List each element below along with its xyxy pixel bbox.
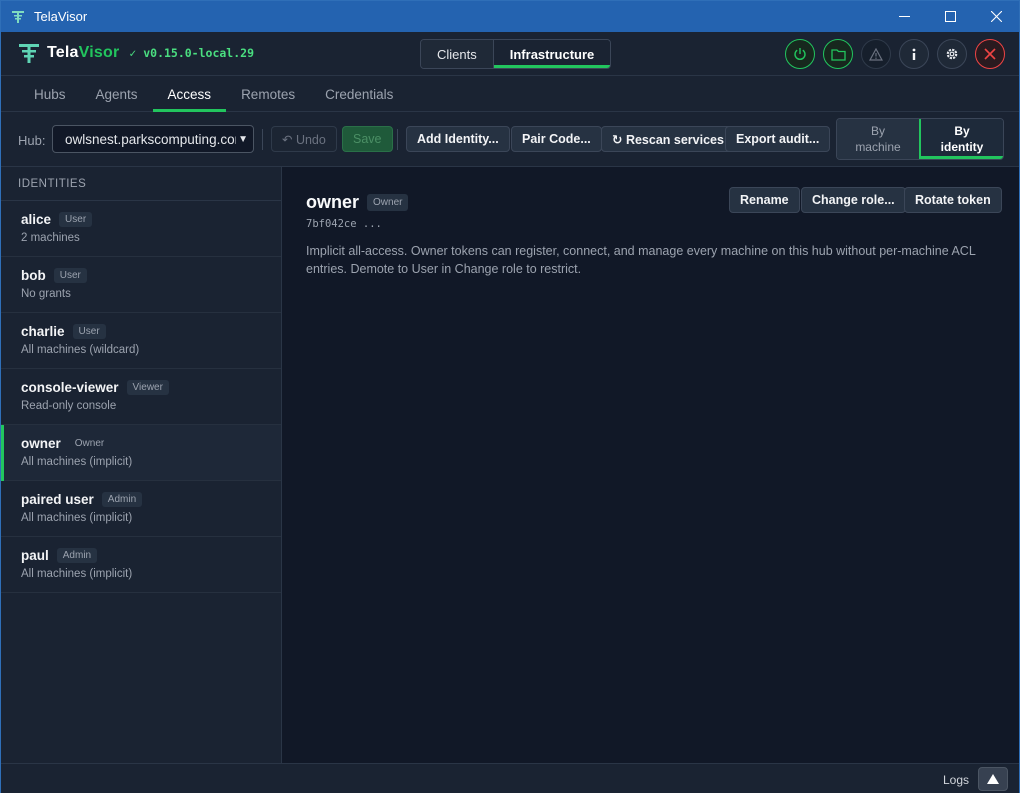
access-toolbar: Hub: owlsnest.parkscomputing.com ▼ ↶ Und…: [1, 112, 1019, 167]
rescan-services-button[interactable]: ↻ Rescan services: [601, 126, 735, 152]
identity-name: charlie: [21, 324, 65, 339]
identity-name: paul: [21, 548, 49, 563]
mode-clients-button[interactable]: Clients: [421, 40, 493, 68]
section-tabs: Hubs Agents Access Remotes Credentials: [1, 76, 1019, 112]
tab-credentials[interactable]: Credentials: [310, 76, 408, 112]
settings-icon[interactable]: [937, 39, 967, 69]
folder-icon[interactable]: [823, 39, 853, 69]
role-badge: User: [59, 212, 93, 227]
detail-title: owner Owner: [306, 192, 409, 213]
view-toggle: By machine By identity: [836, 118, 1004, 160]
telavisor-logo-icon: [17, 41, 41, 65]
tab-agents[interactable]: Agents: [81, 76, 153, 112]
triangle-up-icon[interactable]: [978, 767, 1008, 791]
pair-code-button[interactable]: Pair Code...: [511, 126, 602, 152]
identity-summary: No grants: [21, 288, 71, 300]
hub-select-value: owlsnest.parkscomputing.com: [65, 131, 246, 147]
app-window: TelaVisor TelaVisor ✓ v0.15.0-local.29 C…: [0, 0, 1020, 793]
identities-sidebar: IDENTITIES alice User 2 machines bob User …: [1, 167, 282, 763]
window-title: TelaVisor: [34, 9, 88, 24]
identity-name: paired user: [21, 492, 94, 507]
brand-name-prefix: Tela: [47, 44, 79, 61]
rename-button[interactable]: Rename: [729, 187, 800, 213]
tab-access[interactable]: Access: [153, 76, 227, 112]
identity-name: bob: [21, 268, 46, 283]
view-by-machine-button[interactable]: By machine: [837, 119, 919, 159]
window-controls: [881, 1, 1019, 32]
identity-detail-panel: owner Owner 7bf042ce ... Implicit all-ac…: [282, 167, 1019, 763]
save-button[interactable]: Save: [342, 126, 393, 152]
header-icon-buttons: [785, 39, 1005, 69]
brand: TelaVisor ✓ v0.15.0-local.29: [17, 41, 254, 65]
identity-summary: All machines (implicit): [21, 568, 133, 580]
warning-icon[interactable]: [861, 39, 891, 69]
tab-remotes[interactable]: Remotes: [226, 76, 310, 112]
role-badge: Admin: [56, 548, 98, 563]
info-icon[interactable]: [899, 39, 929, 69]
identity-name: alice: [21, 212, 52, 227]
identity-summary: All machines (implicit): [21, 456, 133, 468]
add-identity-button[interactable]: Add Identity...: [406, 126, 510, 152]
identity-description: Implicit all-access. Owner tokens can re…: [306, 244, 976, 276]
logs-label: Logs: [942, 773, 969, 787]
identity-item-owner[interactable]: owner Owner All machines (implicit): [1, 425, 281, 481]
minimize-icon[interactable]: [881, 1, 927, 32]
role-badge: Viewer: [126, 380, 169, 395]
brand-name: TelaVisor: [47, 44, 119, 62]
identity-item-paul[interactable]: paul Admin All machines (implicit): [1, 537, 281, 593]
token-fingerprint: 7bf042ce ...: [306, 218, 382, 230]
app-logo-icon: [10, 9, 26, 25]
view-by-identity-label: By identity: [940, 124, 984, 154]
identity-summary: All machines (wildcard): [21, 344, 140, 356]
identity-item-charlie[interactable]: charlie User All machines (wildcard): [1, 313, 281, 369]
export-audit-button[interactable]: Export audit...: [725, 126, 831, 152]
identity-item-console-viewer[interactable]: console-viewer Viewer Read-only console: [1, 369, 281, 425]
identity-summary: 2 machines: [21, 232, 80, 244]
identities-heading: IDENTITIES: [1, 167, 281, 201]
role-badge: Owner: [74, 438, 105, 449]
status-footer: Logs: [1, 763, 1019, 793]
identity-name: console-viewer: [21, 380, 119, 395]
app-header: TelaVisor ✓ v0.15.0-local.29 Clients Inf…: [1, 32, 1019, 76]
identity-item-bob[interactable]: bob User No grants: [1, 257, 281, 313]
os-titlebar: TelaVisor: [1, 1, 1019, 32]
mode-switch: Clients Infrastructure: [420, 39, 612, 69]
hub-select[interactable]: owlsnest.parkscomputing.com ▼: [52, 125, 254, 153]
version-label: ✓ v0.15.0-local.29: [129, 46, 254, 60]
view-by-identity-button[interactable]: By identity: [919, 119, 1003, 159]
identity-summary: All machines (implicit): [21, 512, 133, 524]
change-role-button[interactable]: Change role...: [801, 187, 906, 213]
tab-hubs[interactable]: Hubs: [19, 76, 81, 112]
view-by-machine-label: By machine: [855, 124, 901, 154]
identity-item-paired-user[interactable]: paired user Admin All machines (implicit): [1, 481, 281, 537]
toolbar-divider: [397, 129, 398, 150]
mode-infrastructure-button[interactable]: Infrastructure: [492, 40, 611, 68]
undo-button[interactable]: ↶ Undo: [271, 126, 337, 152]
power-icon[interactable]: [785, 39, 815, 69]
role-badge: Admin: [101, 492, 143, 507]
identity-name: owner: [21, 436, 61, 451]
hub-label: Hub:: [18, 133, 46, 148]
close-icon[interactable]: [973, 1, 1019, 32]
rotate-token-button[interactable]: Rotate token: [904, 187, 1002, 213]
detail-identity-name: owner: [306, 192, 360, 212]
role-badge: User: [72, 324, 106, 339]
toolbar-divider: [262, 129, 263, 150]
brand-name-suffix: Visor: [78, 44, 120, 61]
maximize-icon[interactable]: [927, 1, 973, 32]
quit-icon[interactable]: [975, 39, 1005, 69]
identity-summary: Read-only console: [21, 400, 117, 412]
role-badge: User: [53, 268, 87, 283]
chevron-down-icon: ▼: [236, 134, 248, 145]
identity-item-alice[interactable]: alice User 2 machines: [1, 201, 281, 257]
detail-role-badge: Owner: [367, 194, 409, 211]
